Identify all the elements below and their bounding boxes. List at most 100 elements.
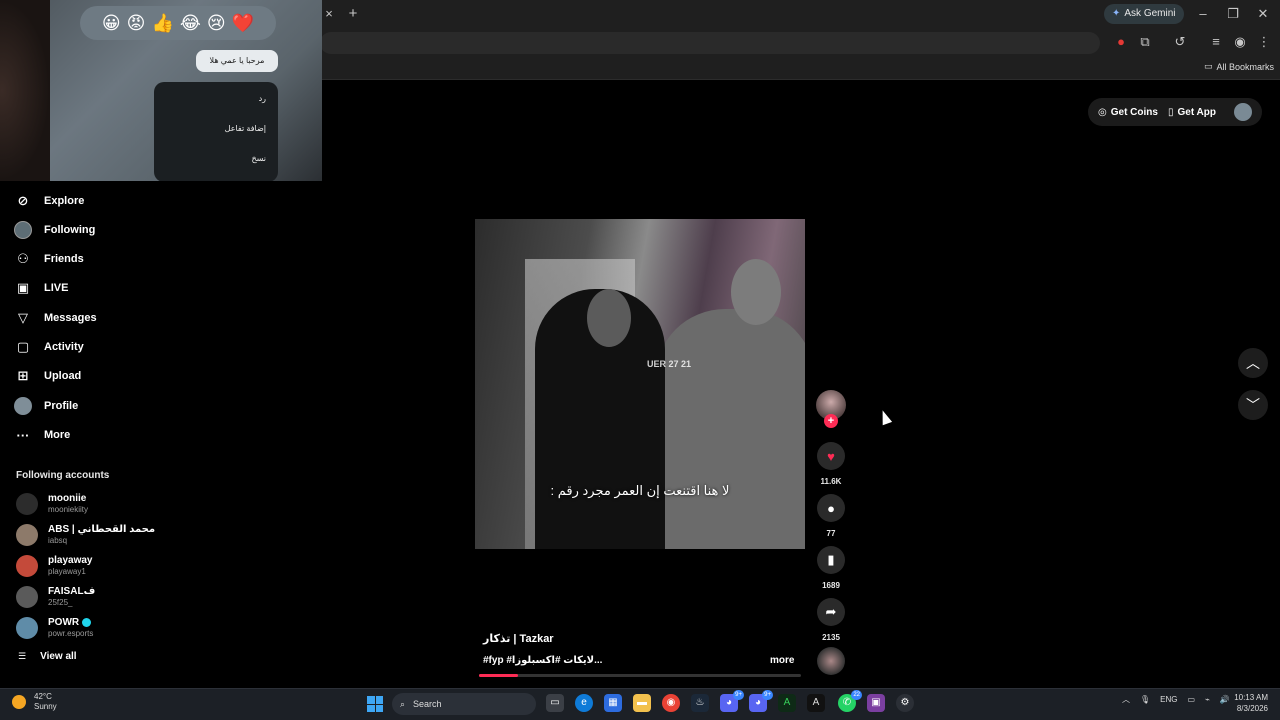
close-window-icon[interactable]: ✕ [1254,5,1272,23]
new-tab-icon[interactable]: + [344,5,362,23]
app-a-icon[interactable]: A [807,694,825,712]
verified-icon [81,617,91,627]
following-account[interactable]: playaway playaway1 [16,552,92,580]
minimize-icon[interactable]: – [1194,5,1212,23]
reaction-emoji: 😢 [206,12,226,33]
avatar [16,524,38,546]
video-sign-text: UER 27 21 [647,359,692,369]
clock-time: 10:13 AM [1234,693,1268,702]
reaction-emoji: 😀 [101,12,121,33]
sidebar-item-label: Following [44,224,96,236]
sidebar-item-explore[interactable]: ⊘ Explore [14,189,85,213]
task-view-icon[interactable]: ▭ [546,694,564,712]
bookmark-count: 1689 [822,581,840,590]
game-icon[interactable]: ▣ [867,694,885,712]
file-explorer-icon[interactable]: ▬ [633,694,651,712]
clock-date: 8/3/2026 [1236,704,1268,713]
sidebar-item-live[interactable]: ▣ LIVE [14,276,69,300]
follow-plus-button[interactable]: + [824,414,838,428]
chevron-up-icon[interactable]: ︿ [1122,694,1130,705]
get-coins-button[interactable]: ◎ Get Coins [1098,107,1158,118]
mouse-cursor [877,408,893,426]
edge-icon[interactable]: e [575,694,593,712]
avatar [16,586,38,608]
following-account[interactable]: POWR powr.esports [16,614,93,642]
bookmark-button[interactable]: ▮ [817,546,845,574]
browser-profile-icon[interactable]: ◉ [1231,33,1249,51]
microphone-icon[interactable]: 🎙 [1140,695,1150,704]
settings-gear-icon[interactable]: ⚙ [896,694,914,712]
sidebar-item-friends[interactable]: ⚇ Friends [14,247,84,271]
extension-red-icon[interactable]: ● [1112,33,1130,51]
store-icon[interactable]: ▦ [604,694,622,712]
context-menu: رد إضافة تفاعل نسخ [154,82,278,181]
taskbar-clock[interactable]: 10:13 AM 8/3/2026 [1202,692,1268,714]
following-accounts-title: Following accounts [16,470,110,481]
media-controls-icon[interactable]: ≡ [1207,33,1225,51]
more-link[interactable]: more [770,655,794,666]
profile-avatar-icon [14,397,32,415]
chevron-down-icon: ﹀ [1246,397,1260,413]
bookmark-icon: ▮ [827,552,835,567]
discord-icon[interactable]: ◕ 9+ [720,690,744,712]
display-icon[interactable]: ▭ [1188,695,1196,704]
following-account[interactable]: mooniie mooniekiity [16,490,88,518]
app-a-icon[interactable]: A [778,694,796,712]
share-count: 2135 [822,633,840,642]
activity-icon: ▢ [16,339,30,354]
user-avatar[interactable] [1234,103,1252,121]
ask-gemini-button[interactable]: ✦ Ask Gemini [1104,4,1184,24]
video-title[interactable]: تذكار | Tazkar [483,632,554,645]
steam-icon[interactable]: ♨ [691,694,709,712]
friends-icon: ⚇ [17,251,29,266]
comment-count: 77 [826,529,836,538]
language-indicator[interactable]: ENG [1160,695,1177,704]
account-name: FAISALف [48,586,96,597]
sidebar-item-following[interactable]: Following [14,218,95,242]
comment-icon: ● [827,500,835,516]
webcam-overlay: 😀 😡 👍 😂 😢 ❤️ مرحبا يا عمي هلا رد إضافة ت… [0,0,322,181]
music-disc-icon[interactable] [817,647,845,675]
restore-icon[interactable]: ❐ [1224,5,1242,23]
whatsapp-icon[interactable]: ✆ 22 [838,690,862,712]
like-button[interactable]: ♥ [817,442,845,470]
chevron-up-icon: ︿ [1246,355,1260,371]
comment-button[interactable]: ● [817,494,845,522]
video-progress-bar[interactable] [479,674,801,677]
sidebar-item-messages[interactable]: ▽ Messages [14,306,97,330]
history-icon[interactable]: ↺ [1171,33,1189,51]
close-tab-icon[interactable]: × [320,5,338,23]
chrome-icon[interactable]: ◉ [662,694,680,712]
sidebar-item-profile[interactable]: Profile [14,394,78,418]
start-button[interactable] [367,696,383,712]
address-bar[interactable] [320,32,1100,54]
video-hashtags[interactable]: #fyp #لايكات #اكسبلوزا... [483,655,602,666]
kebab-menu-icon[interactable]: ⋮ [1255,33,1273,51]
following-account[interactable]: FAISALف 25f25_ [16,583,95,611]
view-all-button[interactable]: ☰ View all [18,651,77,662]
like-count: 11.6K [820,477,842,486]
webcam-face [0,0,50,181]
weather-widget[interactable]: 42°C Sunny [12,692,57,712]
sidebar-item-label: Profile [44,400,79,412]
video-caption-overlay: لا هنا اقتنعت إن العمر مجرد رقم : [550,483,730,498]
discord-icon[interactable]: ◕ 9+ [749,690,773,712]
all-bookmarks-button[interactable]: ▭ All Bookmarks [1204,61,1274,72]
account-handle: playaway1 [48,567,86,576]
context-menu-item: رد [258,94,266,103]
sidebar-item-label: Friends [44,253,84,265]
avatar [16,617,38,639]
sidebar-item-more[interactable]: ··· More [14,423,71,447]
next-video-button[interactable]: ﹀ [1238,390,1268,420]
extensions-puzzle-icon[interactable]: ⧉ [1136,33,1154,51]
video-player[interactable]: UER 27 21 [475,219,805,549]
following-account[interactable]: ABS | محمد القحطاني iabsq [16,521,155,549]
sidebar-item-activity[interactable]: ▢ Activity [14,335,84,359]
get-app-button[interactable]: ▯ Get App [1168,107,1216,118]
ask-gemini-label: Ask Gemini [1124,8,1176,19]
share-button[interactable]: ➦ [817,598,845,626]
previous-video-button[interactable]: ︿ [1238,348,1268,378]
taskbar-search[interactable]: ⌕ Search [392,693,536,715]
video-person [655,309,805,549]
sidebar-item-upload[interactable]: ⊞ Upload [14,364,82,388]
